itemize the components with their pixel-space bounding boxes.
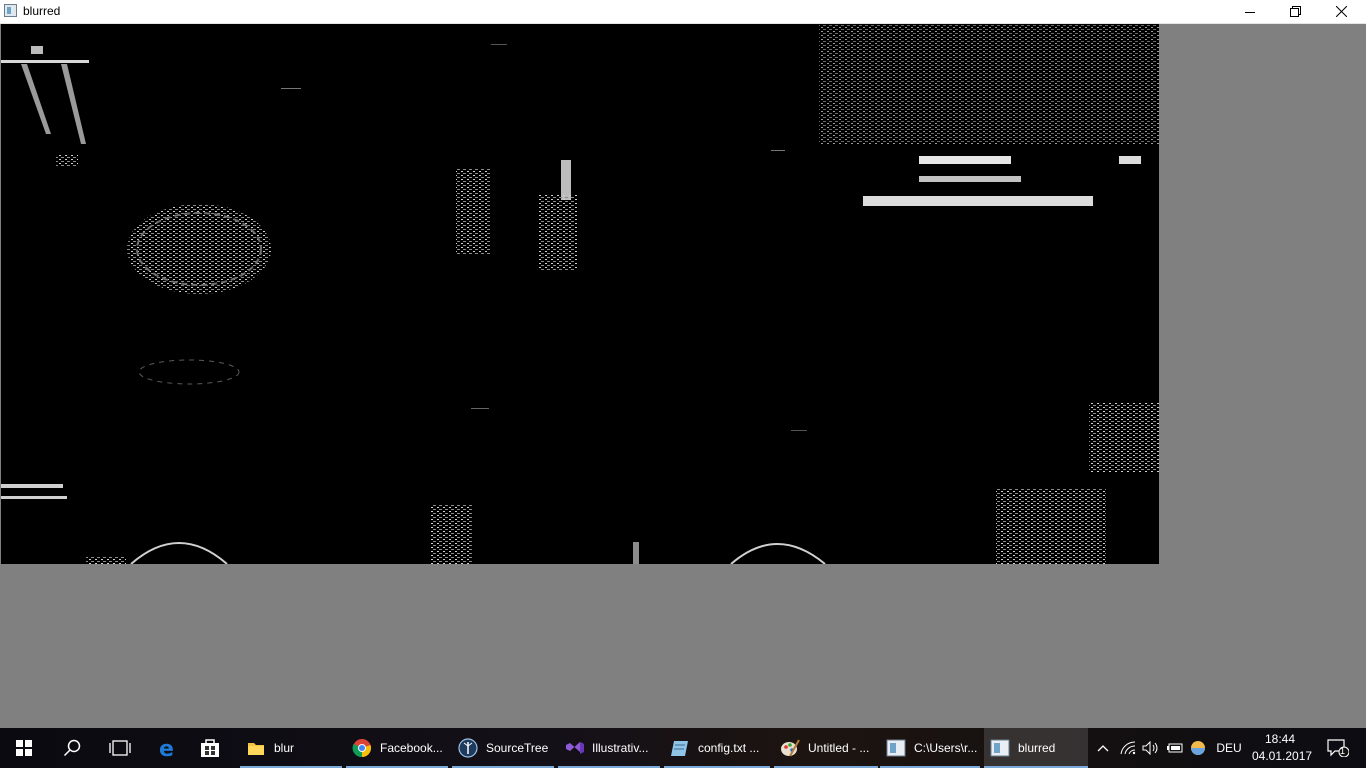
battery-icon	[1167, 743, 1183, 753]
volume-tray-button[interactable]	[1140, 728, 1162, 768]
paint-icon	[780, 738, 800, 758]
taskbar-app-chrome[interactable]: Facebook...	[346, 728, 448, 768]
notepad-icon	[670, 738, 690, 758]
search-button[interactable]	[48, 728, 96, 768]
taskbar-app-label: Facebook...	[380, 741, 443, 755]
notification-count: 1	[1340, 746, 1346, 756]
image-window-icon	[990, 738, 1010, 758]
minimize-button[interactable]	[1227, 0, 1273, 23]
clock-button[interactable]: 18:44 04.01.2017	[1252, 731, 1313, 765]
input-language-button[interactable]: DEU	[1212, 728, 1246, 768]
restore-button[interactable]	[1272, 0, 1318, 23]
tray-app-icon	[1191, 741, 1205, 755]
start-button[interactable]	[0, 728, 48, 768]
window-title: blurred	[23, 4, 61, 18]
windows-start-icon	[16, 740, 32, 756]
chrome-icon	[352, 738, 372, 758]
taskbar-app-notepad[interactable]: config.txt ...	[664, 728, 770, 768]
taskbar-app-blurred[interactable]: blurred	[984, 728, 1088, 768]
svg-text:e: e	[159, 737, 174, 759]
taskbar: e blur Facebook... SourceTree Illustrati…	[0, 728, 1366, 768]
clock-date: 04.01.2017	[1252, 749, 1313, 763]
taskbar-app-label: C:\Users\r...	[914, 741, 978, 755]
taskbar-app-visual-studio[interactable]: Illustrativ...	[558, 728, 660, 768]
task-view-button[interactable]	[96, 728, 144, 768]
console-window-icon	[886, 738, 906, 758]
folder-icon	[246, 738, 266, 758]
store-icon	[201, 739, 219, 757]
app-tray-button[interactable]	[1187, 728, 1209, 768]
window-titlebar: blurred	[0, 0, 1366, 24]
close-button[interactable]	[1318, 0, 1364, 23]
restore-icon	[1289, 6, 1301, 17]
battery-tray-button[interactable]	[1164, 728, 1186, 768]
taskbar-app-label: SourceTree	[486, 741, 549, 755]
image-canvas	[1, 24, 1159, 564]
task-view-icon	[109, 740, 131, 756]
network-tray-button[interactable]	[1116, 728, 1140, 768]
taskbar-app-label: Untitled - ...	[808, 741, 870, 755]
app-window-icon	[4, 4, 17, 17]
taskbar-app-blur[interactable]: blur	[240, 728, 342, 768]
taskbar-app-console[interactable]: C:\Users\r...	[880, 728, 980, 768]
notification-icon	[1327, 739, 1349, 757]
speaker-icon	[1142, 741, 1158, 755]
search-icon	[63, 739, 81, 757]
taskbar-app-paint[interactable]: Untitled - ...	[774, 728, 878, 768]
taskbar-app-label: config.txt ...	[698, 741, 760, 755]
show-hidden-icons-button[interactable]	[1092, 728, 1114, 768]
store-button[interactable]	[186, 728, 234, 768]
action-center-button[interactable]: 1	[1318, 728, 1358, 768]
close-icon	[1335, 6, 1347, 17]
chevron-up-icon	[1097, 745, 1109, 752]
taskbar-app-label: blur	[274, 741, 295, 755]
sourcetree-icon	[458, 738, 478, 758]
taskbar-app-sourcetree[interactable]: SourceTree	[452, 728, 554, 768]
clock-time: 18:44	[1264, 732, 1296, 746]
wifi-icon	[1120, 741, 1136, 755]
taskbar-app-label: Illustrativ...	[592, 741, 649, 755]
language-indicator: DEU	[1216, 741, 1242, 755]
edge-image	[1, 24, 1159, 564]
minimize-icon	[1245, 11, 1255, 13]
visual-studio-icon	[564, 738, 584, 758]
taskbar-app-label: blurred	[1018, 741, 1056, 755]
edge-icon: e	[159, 737, 174, 759]
edge-button[interactable]: e	[144, 728, 192, 768]
